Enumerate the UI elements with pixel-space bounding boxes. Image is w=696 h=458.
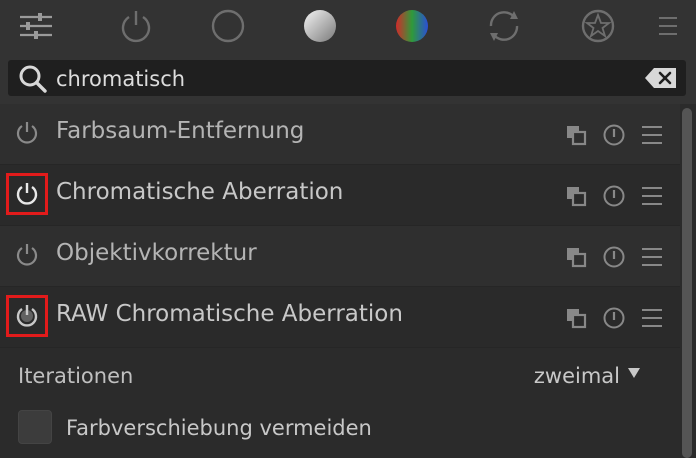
gradient-circle-icon[interactable] xyxy=(298,6,342,46)
clear-search-icon[interactable] xyxy=(644,67,678,89)
power-icon[interactable] xyxy=(6,295,48,337)
power-icon[interactable] xyxy=(6,112,48,154)
power-icon[interactable] xyxy=(6,234,48,276)
presets-menu-icon[interactable] xyxy=(640,184,664,208)
module-row-raw-chromatische-aberration[interactable]: RAW Chromatische Aberration xyxy=(0,287,680,348)
reset-icon[interactable] xyxy=(602,184,626,208)
power-icon[interactable] xyxy=(6,173,48,215)
presets-menu-icon[interactable] xyxy=(640,123,664,147)
duplicate-icon[interactable] xyxy=(564,184,588,208)
search-input[interactable] xyxy=(54,62,638,96)
scrollbar[interactable] xyxy=(680,104,696,458)
module-actions xyxy=(564,122,664,148)
avoid-color-shift-row: Farbverschiebung vermeiden xyxy=(0,404,680,458)
sliders-icon[interactable] xyxy=(14,6,58,46)
avoid-color-shift-checkbox[interactable] xyxy=(18,410,52,444)
module-actions xyxy=(564,305,664,331)
reset-icon[interactable] xyxy=(602,306,626,330)
iterations-dropdown[interactable]: zweimal xyxy=(534,364,620,388)
duplicate-icon[interactable] xyxy=(564,306,588,330)
refresh-icon[interactable] xyxy=(482,6,526,46)
star-badge-icon[interactable] xyxy=(576,6,620,46)
search-bar xyxy=(8,60,686,96)
reset-icon[interactable] xyxy=(602,245,626,269)
iterations-label: Iterationen xyxy=(18,364,134,388)
search-icon xyxy=(18,65,48,93)
module-label: Chromatische Aberration xyxy=(56,179,344,205)
module-row-objektivkorrektur[interactable]: Objektivkorrektur xyxy=(0,226,680,287)
iterations-row: Iterationen zweimal xyxy=(0,348,680,404)
module-label: RAW Chromatische Aberration xyxy=(56,301,403,327)
duplicate-icon[interactable] xyxy=(564,123,588,147)
module-label: Objektivkorrektur xyxy=(56,240,257,266)
module-row-farbsaum[interactable]: Farbsaum-Entfernung xyxy=(0,104,680,165)
presets-menu-icon[interactable] xyxy=(640,245,664,269)
module-actions xyxy=(564,244,664,270)
module-actions xyxy=(564,183,664,209)
scrollbar-thumb[interactable] xyxy=(682,108,692,458)
hamburger-menu-icon[interactable] xyxy=(648,6,688,46)
dropdown-arrow-icon[interactable] xyxy=(628,368,640,378)
avoid-color-shift-label[interactable]: Farbverschiebung vermeiden xyxy=(66,416,372,440)
module-label: Farbsaum-Entfernung xyxy=(56,118,305,144)
toolbar xyxy=(0,0,696,56)
module-row-chromatische-aberration[interactable]: Chromatische Aberration xyxy=(0,165,680,226)
color-circle-icon[interactable] xyxy=(390,6,434,46)
circle-outline-icon[interactable] xyxy=(206,6,250,46)
duplicate-icon[interactable] xyxy=(564,245,588,269)
presets-menu-icon[interactable] xyxy=(640,306,664,330)
power-icon[interactable] xyxy=(114,6,158,46)
reset-icon[interactable] xyxy=(602,123,626,147)
